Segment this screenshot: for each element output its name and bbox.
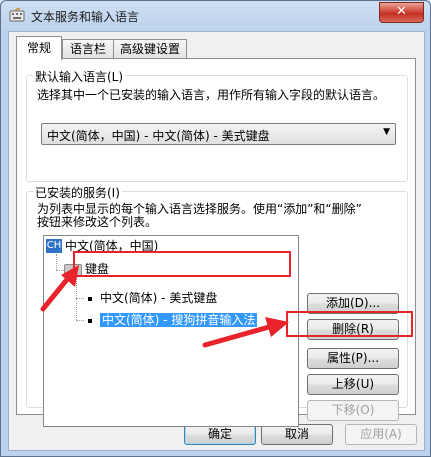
tree-connector	[76, 320, 84, 321]
move-up-button[interactable]: 上移(U)	[307, 374, 399, 395]
default-language-description: 选择其中一个已安装的输入语言，用作所有输入字段的默认语言。	[37, 88, 386, 102]
installed-services-description-line1: 为列表中显示的每个输入语言选择服务。使用“添加”和“删除”	[37, 202, 362, 216]
chevron-down-icon: ▼	[383, 127, 390, 137]
bullet-icon	[88, 296, 92, 301]
dialog-client: 常规 语言栏 高级键设置 默认输入语言(L) 选择其中一个已安装的输入语言，用作…	[8, 31, 425, 451]
annotation-arrow-icon	[40, 265, 79, 312]
cancel-button[interactable]: 取消	[261, 424, 333, 445]
tab-general[interactable]: 常规	[16, 36, 62, 60]
installed-services-description-line2: 按钮来修改这个列表。	[37, 215, 158, 229]
title-bar: 文本服务和输入语言 ✕	[1, 1, 430, 31]
language-code-icon: CH	[46, 239, 62, 253]
highlight-box-sogou-item	[73, 251, 291, 277]
keyboard-app-icon	[9, 8, 25, 22]
default-language-group-title: 默认输入语言(L)	[33, 68, 126, 85]
default-language-value: 中文(简体，中国) - 中文(简体) - 美式键盘	[47, 129, 270, 143]
tab-language-bar[interactable]: 语言栏	[62, 39, 114, 59]
highlight-box-properties	[286, 311, 413, 337]
annotation-arrow-icon	[202, 317, 289, 348]
move-down-button[interactable]: 下移(O)	[307, 400, 399, 421]
window-title: 文本服务和输入语言	[31, 10, 140, 24]
bullet-icon	[88, 318, 92, 323]
default-language-dropdown[interactable]: 中文(简体，中国) - 中文(简体) - 美式键盘 ▼	[41, 123, 396, 145]
tree-item-us-keyboard[interactable]: 中文(简体) - 美式键盘	[88, 291, 217, 306]
tab-advanced-key-settings[interactable]: 高级键设置	[113, 39, 187, 59]
apply-button[interactable]: 应用(A)	[345, 424, 417, 445]
installed-services-group-title: 已安装的服务(I)	[33, 184, 122, 201]
general-tab-panel: 默认输入语言(L) 选择其中一个已安装的输入语言，用作所有输入字段的默认语言。 …	[16, 58, 416, 427]
properties-button[interactable]: 属性(P)...	[307, 348, 399, 369]
tree-item-label: 中文(简体) - 美式键盘	[100, 291, 218, 305]
ok-button[interactable]: 确定	[184, 424, 256, 445]
dialog-window: 文本服务和输入语言 ✕ 常规 语言栏 高级键设置 默认输入语言(L) 选择其中一…	[0, 0, 431, 457]
close-button[interactable]: ✕	[379, 2, 424, 23]
